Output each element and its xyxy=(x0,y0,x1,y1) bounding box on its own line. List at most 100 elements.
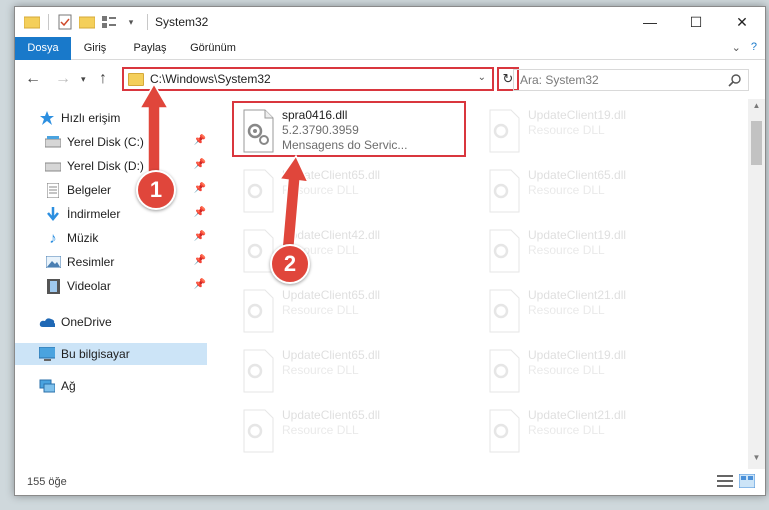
forward-arrow-icon[interactable]: → xyxy=(55,70,71,88)
drive-icon xyxy=(45,134,61,150)
chevron-down-icon[interactable]: ▾ xyxy=(122,13,140,31)
close-button[interactable]: ✕ xyxy=(719,7,765,37)
sidebar-item-network[interactable]: Ağ xyxy=(15,375,210,397)
toolbar-divider xyxy=(147,14,148,30)
dll-file-icon xyxy=(489,229,520,273)
navigation-bar: ← → ▾ ↑ C:\Windows\System32 ⌄ ↻ Ara: Sys… xyxy=(15,61,765,97)
tab-gorunum[interactable]: Görünüm xyxy=(183,37,243,60)
callout-arrow-1 xyxy=(138,82,170,179)
view-switcher xyxy=(717,473,756,489)
pin-icon[interactable]: 📌 xyxy=(194,159,206,170)
file-item[interactable]: UpdateClient19.dll Resource DLL xyxy=(482,105,717,160)
pin-icon[interactable]: 📌 xyxy=(194,135,206,146)
dll-file-icon xyxy=(243,409,274,453)
item-count: 155 öğe xyxy=(27,476,67,488)
customize-icon[interactable] xyxy=(100,13,118,31)
search-icon[interactable] xyxy=(728,73,742,90)
sidebar-item-label: Belgeler xyxy=(67,183,112,197)
ribbon-expand-icon[interactable]: ⌄ xyxy=(732,41,741,54)
dll-file-icon xyxy=(489,109,520,153)
navigation-pane: Hızlı erişim Yerel Disk (C:) 📌 Yerel Dis… xyxy=(15,99,210,459)
file-item[interactable]: UpdateClient19.dll Resource DLL xyxy=(482,225,717,280)
file-item[interactable]: UpdateClient65.dll Resource DLL xyxy=(236,405,471,460)
file-name: UpdateClient65.dll xyxy=(282,348,381,362)
details-view-icon[interactable] xyxy=(717,474,733,488)
callout-badge-2: 2 xyxy=(270,244,310,284)
file-name: UpdateClient65.dll xyxy=(528,168,627,182)
sidebar-item-local-disk-c[interactable]: Yerel Disk (C:) 📌 xyxy=(15,131,210,153)
vertical-scrollbar[interactable]: ▲ ▼ xyxy=(748,99,765,469)
sidebar-item-videos[interactable]: Videolar 📌 xyxy=(15,275,210,297)
cloud-icon xyxy=(39,314,55,330)
sidebar-item-label: Resimler xyxy=(67,255,115,269)
sidebar-item-label: Yerel Disk (C:) xyxy=(67,135,144,149)
download-icon xyxy=(45,206,61,222)
music-icon: ♪ xyxy=(49,229,57,247)
dll-file-icon xyxy=(243,289,274,333)
back-arrow-icon[interactable]: ← xyxy=(25,70,41,88)
file-item[interactable]: UpdateClient65.dll Resource DLL xyxy=(236,285,471,340)
documents-icon xyxy=(45,182,61,198)
pin-icon[interactable]: 📌 xyxy=(194,279,206,290)
file-description: Resource DLL xyxy=(528,243,605,257)
file-item[interactable]: UpdateClient65.dll Resource DLL xyxy=(482,165,717,220)
file-description: Resource DLL xyxy=(528,363,605,377)
dll-file-icon xyxy=(489,289,520,333)
dll-file-icon xyxy=(243,349,274,393)
file-name: UpdateClient19.dll xyxy=(528,108,627,122)
sidebar-item-label: Hızlı erişim xyxy=(61,111,121,125)
sidebar-item-documents[interactable]: Belgeler 📌 xyxy=(15,179,210,201)
pin-icon[interactable]: 📌 xyxy=(194,207,206,218)
file-description: Resource DLL xyxy=(528,183,605,197)
file-description: Resource DLL xyxy=(528,423,605,437)
dll-file-icon xyxy=(489,409,520,453)
tab-giris[interactable]: Giriş xyxy=(75,37,115,60)
ribbon-tabs: Dosya Giriş Paylaş Görünüm ⌄ ? xyxy=(15,37,765,60)
pictures-icon xyxy=(45,254,61,270)
ribbon-right-controls: ⌄ ? xyxy=(732,41,757,54)
title-bar: ▾ System32 — ☐ ✕ xyxy=(15,7,765,37)
quick-access-toolbar: ▾ xyxy=(23,13,151,31)
file-name: UpdateClient65.dll xyxy=(282,288,381,302)
pin-icon[interactable]: 📌 xyxy=(194,231,206,242)
tiles-view-icon[interactable] xyxy=(738,473,756,489)
up-arrow-icon[interactable]: ↑ xyxy=(99,70,107,88)
minimize-button[interactable]: — xyxy=(627,7,673,37)
scrollbar-thumb[interactable] xyxy=(751,121,762,165)
dll-file-icon xyxy=(489,349,520,393)
file-item[interactable]: UpdateClient21.dll Resource DLL xyxy=(482,285,717,340)
sidebar-item-label: Bu bilgisayar xyxy=(61,347,130,361)
tab-paylas[interactable]: Paylaş xyxy=(125,37,175,60)
scroll-up-icon[interactable]: ▲ xyxy=(748,101,765,115)
file-description: Resource DLL xyxy=(282,363,359,377)
search-input[interactable]: Ara: System32 xyxy=(513,69,749,91)
sidebar-item-onedrive[interactable]: OneDrive xyxy=(15,311,210,333)
sidebar-item-local-disk-d[interactable]: Yerel Disk (D:) 📌 xyxy=(15,155,210,177)
pin-icon[interactable]: 📌 xyxy=(194,255,206,266)
address-bar[interactable]: C:\Windows\System32 ⌄ xyxy=(122,67,494,91)
sidebar-item-label: OneDrive xyxy=(61,315,112,329)
search-placeholder: Ara: System32 xyxy=(520,73,599,87)
dll-file-icon xyxy=(489,169,520,213)
sidebar-item-quick-access[interactable]: Hızlı erişim xyxy=(15,107,210,129)
file-item[interactable]: UpdateClient21.dll Resource DLL xyxy=(482,405,717,460)
pin-icon[interactable]: 📌 xyxy=(194,183,206,194)
tab-dosya[interactable]: Dosya xyxy=(15,37,71,60)
file-item[interactable]: UpdateClient65.dll Resource DLL xyxy=(236,345,471,400)
sidebar-item-pictures[interactable]: Resimler 📌 xyxy=(15,251,210,273)
file-description: Resource DLL xyxy=(528,303,605,317)
window-title: System32 xyxy=(155,15,209,29)
sidebar-item-downloads[interactable]: İndirmeler 📌 xyxy=(15,203,210,225)
window-controls: — ☐ ✕ xyxy=(627,7,765,37)
maximize-button[interactable]: ☐ xyxy=(673,7,719,37)
chevron-down-icon[interactable]: ⌄ xyxy=(478,72,486,83)
file-item[interactable]: UpdateClient19.dll Resource DLL xyxy=(482,345,717,400)
scroll-down-icon[interactable]: ▼ xyxy=(748,453,765,467)
recent-locations-icon[interactable]: ▾ xyxy=(81,74,86,85)
callout-arrow-2 xyxy=(278,154,310,251)
new-folder-icon[interactable] xyxy=(78,13,96,31)
sidebar-item-music[interactable]: ♪ Müzik 📌 xyxy=(15,227,210,249)
help-icon[interactable]: ? xyxy=(751,41,757,54)
properties-icon[interactable] xyxy=(56,13,74,31)
sidebar-item-this-pc[interactable]: Bu bilgisayar xyxy=(15,343,207,365)
